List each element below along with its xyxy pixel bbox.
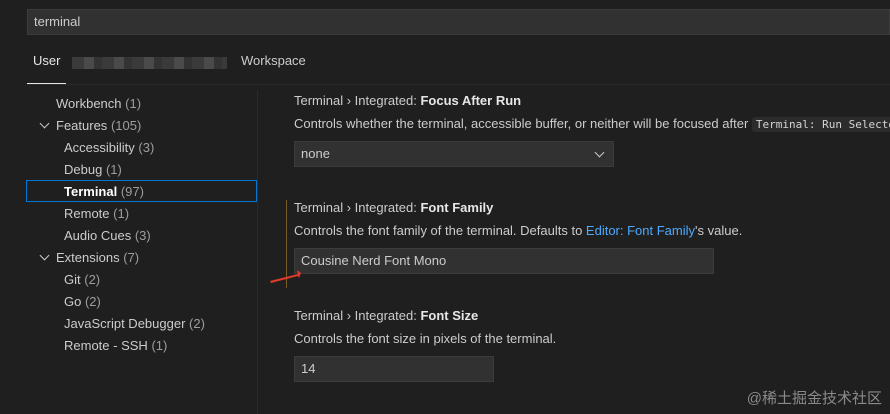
editor-font-family-link[interactable]: Editor: Font Family xyxy=(586,223,695,238)
description-text: Controls whether the terminal, accessibl… xyxy=(294,116,749,131)
setting-category: Terminal › Integrated: xyxy=(294,93,421,108)
toc-count: (105) xyxy=(110,118,142,133)
setting-title-font-family: Terminal › Integrated: Font Family xyxy=(294,200,493,215)
toc-count: (1) xyxy=(105,162,122,177)
toc-item-features[interactable]: Features (105) xyxy=(26,115,257,137)
settings-list: Terminal › Integrated: Focus After Run C… xyxy=(258,90,890,414)
setting-name: Focus After Run xyxy=(420,93,522,108)
command-code: Terminal: Run Selected xyxy=(751,117,890,132)
toc-label: Workbench xyxy=(56,96,122,111)
description-text: 's value. xyxy=(695,223,743,238)
toc-label: Accessibility xyxy=(64,140,135,155)
toc-count: (1) xyxy=(125,96,142,111)
toc-label: Go xyxy=(64,294,82,309)
toc-label: Git xyxy=(64,272,81,287)
description-text: Controls the font size in pixels of the … xyxy=(294,331,557,346)
toc-label: Terminal xyxy=(64,184,118,199)
toc-label: Audio Cues xyxy=(64,228,132,243)
font-size-input[interactable]: 14 xyxy=(294,356,494,382)
toc-item-git[interactable]: Git (2) xyxy=(26,269,257,291)
setting-name: Font Family xyxy=(420,200,494,215)
toc-item-remote[interactable]: Remote (1) xyxy=(26,203,257,225)
setting-name: Font Size xyxy=(420,308,479,323)
toc-item-workbench[interactable]: Workbench (1) xyxy=(26,93,257,115)
select-value: none xyxy=(301,146,330,161)
toc-item-remote-ssh[interactable]: Remote - SSH (1) xyxy=(26,335,257,357)
setting-description: Controls whether the terminal, accessibl… xyxy=(294,116,890,132)
toc-count: (97) xyxy=(120,184,144,199)
settings-table-of-contents: Workbench (1) Features (105) Accessibili… xyxy=(0,90,258,414)
toc-label: Features xyxy=(56,118,108,133)
toc-item-accessibility[interactable]: Accessibility (3) xyxy=(26,137,257,159)
toc-item-javascript-debugger[interactable]: JavaScript Debugger (2) xyxy=(26,313,257,335)
toc-label: Remote - SSH xyxy=(64,338,148,353)
toc-label: Extensions xyxy=(56,250,120,265)
chevron-down-icon xyxy=(594,147,605,158)
toc-count: (2) xyxy=(84,294,101,309)
settings-search-input[interactable]: terminal xyxy=(27,9,890,35)
font-family-input[interactable]: Cousine Nerd Font Mono xyxy=(294,248,714,274)
toc-count: (1) xyxy=(113,206,130,221)
setting-category: Terminal › Integrated: xyxy=(294,200,421,215)
setting-category: Terminal › Integrated: xyxy=(294,308,421,323)
setting-title-font-size: Terminal › Integrated: Font Size xyxy=(294,308,478,323)
setting-description: Controls the font size in pixels of the … xyxy=(294,331,556,346)
toc-count: (7) xyxy=(123,250,140,265)
toc-count: (2) xyxy=(189,316,205,331)
red-arrow-annotation-icon xyxy=(270,270,301,283)
setting-description: Controls the font family of the terminal… xyxy=(294,223,742,238)
toc-count: (2) xyxy=(84,272,101,287)
toc-item-terminal[interactable]: Terminal (97) xyxy=(26,180,257,202)
toc-item-debug[interactable]: Debug (1) xyxy=(26,159,257,181)
focus-after-run-select[interactable]: none xyxy=(294,141,614,167)
toc-count: (3) xyxy=(134,228,151,243)
tab-user[interactable]: User xyxy=(27,46,67,84)
toc-label: Remote xyxy=(64,206,110,221)
setting-title-focus-after-run: Terminal › Integrated: Focus After Run xyxy=(294,93,521,108)
toc-item-audio-cues[interactable]: Audio Cues (3) xyxy=(26,225,257,247)
toc-item-go[interactable]: Go (2) xyxy=(26,291,257,313)
toc-item-extensions[interactable]: Extensions (7) xyxy=(26,247,257,269)
redacted-area xyxy=(72,57,227,69)
chevron-down-icon xyxy=(39,250,50,261)
tab-workspace[interactable]: Workspace xyxy=(241,46,306,84)
toc-label: Debug xyxy=(64,162,103,177)
settings-scope-tabs: User Workspace xyxy=(27,46,890,85)
toc-count: (1) xyxy=(151,338,168,353)
toc-count: (3) xyxy=(138,140,155,155)
watermark: @稀土掘金技术社区 xyxy=(746,390,882,407)
description-text: Controls the font family of the terminal… xyxy=(294,223,586,238)
toc-label: JavaScript Debugger xyxy=(64,316,186,331)
chevron-down-icon xyxy=(39,118,50,129)
